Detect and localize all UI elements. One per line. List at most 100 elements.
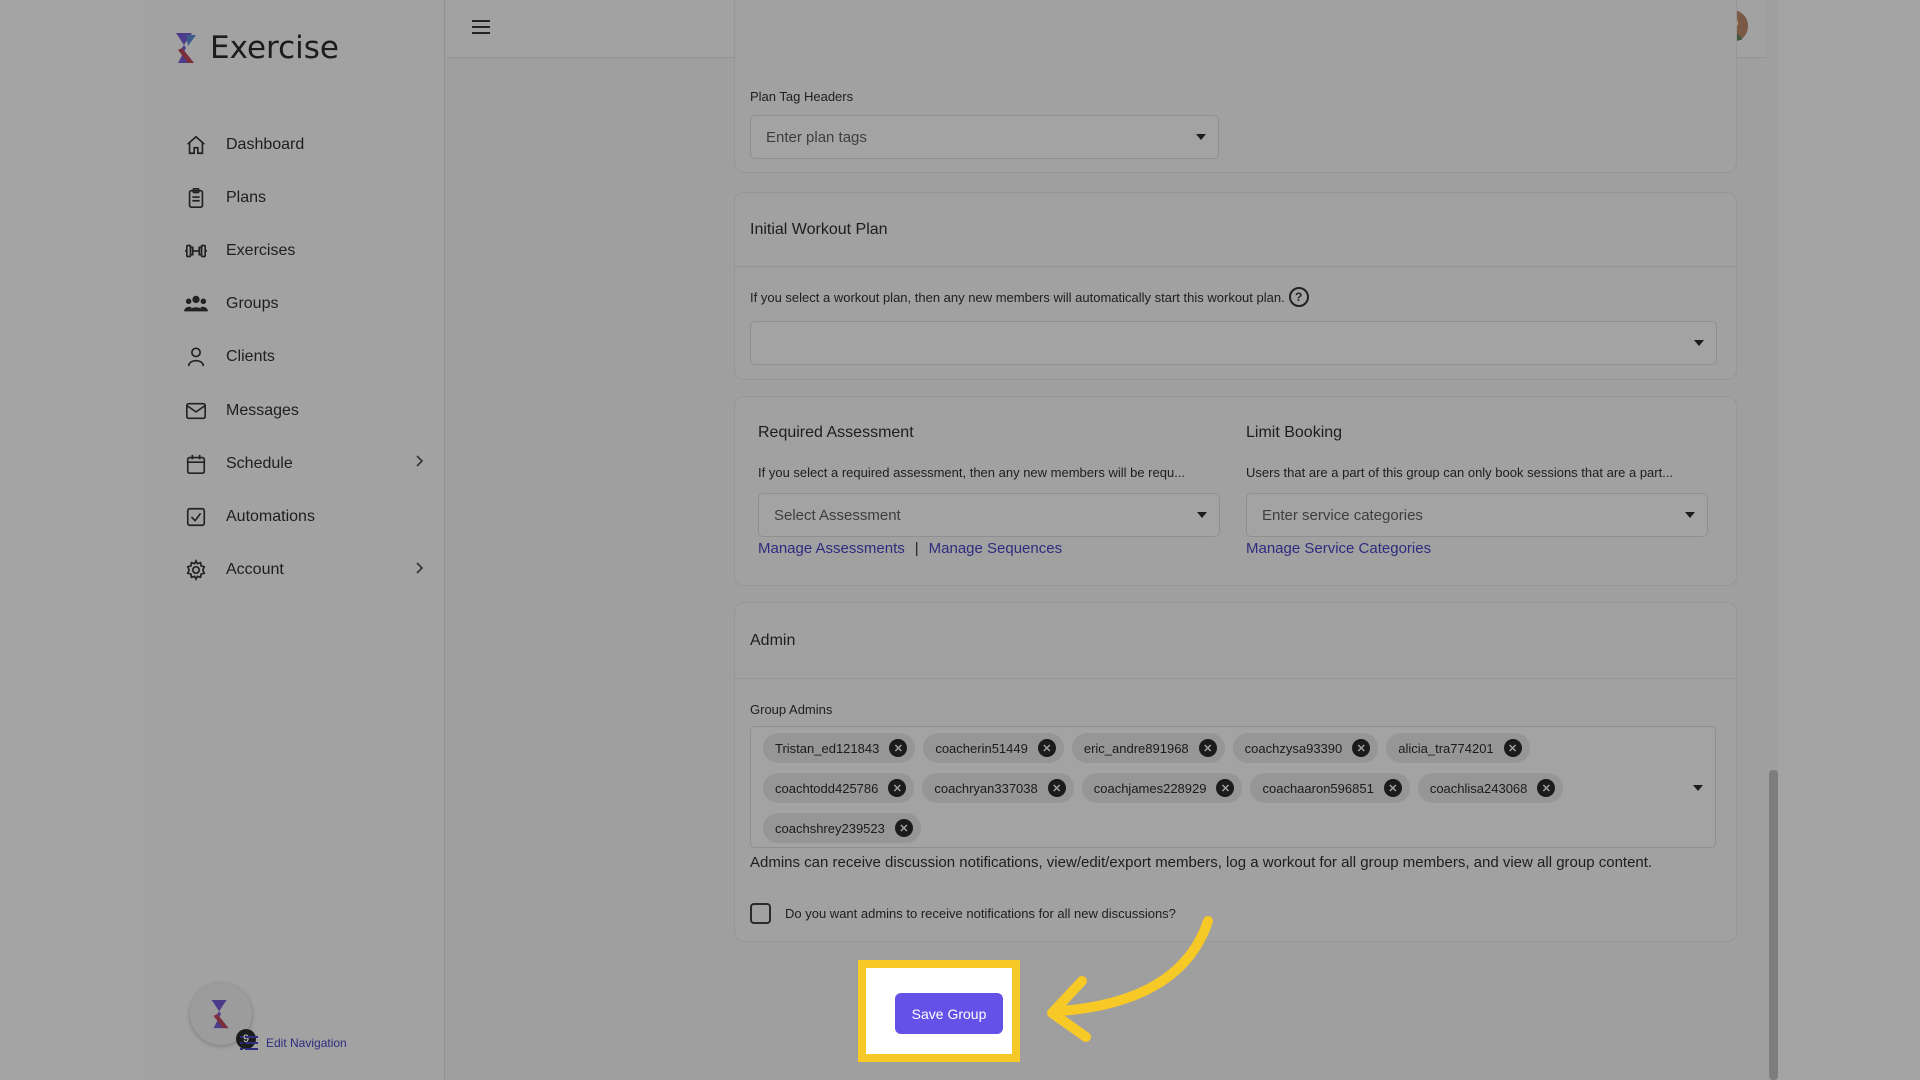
plan-tags-select[interactable]: Enter plan tags: [750, 115, 1219, 159]
admin-chip: coachtodd425786 ✕: [763, 773, 915, 803]
notify-admins-checkbox[interactable]: [750, 903, 771, 924]
admin-title: Admin: [750, 632, 796, 649]
admin-chip: coachaaron596851 ✕: [1250, 773, 1410, 803]
sidebar-item-clients[interactable]: Clients: [184, 331, 424, 384]
dropdown-caret-icon: [1197, 512, 1207, 518]
group-admins-multiselect[interactable]: Tristan_ed121843 ✕ coacherin51449 ✕ eric_and…: [750, 726, 1716, 848]
admin-chip: alicia_tra774201 ✕: [1386, 733, 1530, 763]
remove-chip-icon[interactable]: ✕: [1037, 739, 1056, 757]
initial-workout-card: Initial Workout Plan If you select a wor…: [734, 192, 1737, 380]
assessment-select[interactable]: Select Assessment: [758, 493, 1220, 537]
sidebar-item-automations[interactable]: Automations: [184, 490, 424, 543]
home-icon: [184, 133, 208, 157]
admin-chip-list: Tristan_ed121843 ✕ coacherin51449 ✕ eric_and…: [763, 733, 1675, 853]
remove-chip-icon[interactable]: ✕: [1352, 739, 1371, 757]
admin-chip-label: Tristan_ed121843: [775, 740, 880, 756]
dropdown-caret-icon: [1694, 340, 1704, 346]
dropdown-caret-icon: [1685, 512, 1695, 518]
admin-chip-label: coachshrey239523: [775, 820, 885, 836]
remove-chip-icon[interactable]: ✕: [1503, 739, 1522, 757]
app-name: Exercise: [210, 30, 339, 66]
edit-navigation-link[interactable]: Edit Navigation: [240, 1035, 347, 1051]
remove-chip-icon[interactable]: ✕: [889, 739, 908, 757]
admin-chip-label: coacherin51449: [935, 740, 1028, 756]
hamburger-menu-icon[interactable]: [470, 17, 492, 42]
sidebar-item-label: Groups: [226, 295, 279, 313]
remove-chip-icon[interactable]: ✕: [1047, 779, 1066, 797]
service-categories-placeholder: Enter service categories: [1262, 507, 1423, 524]
card-divider: [735, 678, 1736, 679]
admin-chip-label: alicia_tra774201: [1398, 740, 1494, 756]
remove-chip-icon[interactable]: ✕: [888, 779, 907, 797]
sidebar-item-label: Clients: [226, 348, 275, 366]
save-group-button[interactable]: Save Group: [895, 993, 1003, 1034]
admin-card: Admin Group Admins Tristan_ed121843 ✕ coac…: [734, 602, 1737, 942]
logo-icon: [211, 999, 229, 1029]
remove-chip-icon[interactable]: ✕: [894, 819, 913, 837]
dropdown-caret-icon: [1693, 785, 1703, 791]
card-divider: [735, 266, 1736, 267]
sidebar-item-plans[interactable]: Plans: [184, 171, 424, 224]
assessment-booking-card: Required Assessment If you select a requ…: [734, 396, 1737, 586]
admin-chip-label: coachaaron596851: [1262, 780, 1374, 796]
checkbox-icon: [184, 505, 208, 529]
manage-assessments-link[interactable]: Manage Assessments: [758, 540, 905, 557]
initial-workout-select[interactable]: [750, 321, 1717, 365]
gear-icon: [184, 558, 208, 582]
plan-tags-card: Plan Tag Headers Enter plan tags: [734, 0, 1737, 173]
page-scrollbar[interactable]: [1769, 770, 1778, 1080]
manage-sequences-link[interactable]: Manage Sequences: [929, 540, 1062, 557]
sidebar-item-exercises[interactable]: Exercises: [184, 224, 424, 277]
remove-chip-icon[interactable]: ✕: [1216, 779, 1235, 797]
sidebar-nav: Dashboard Plans Exercises Groups Clients…: [184, 118, 424, 597]
dropdown-caret-icon: [1196, 134, 1206, 140]
admin-chip: coachzysa93390 ✕: [1232, 733, 1379, 763]
logo-icon: [176, 33, 196, 63]
required-assessment-description: If you select a required assessment, the…: [758, 465, 1186, 480]
admin-chip-label: coachtodd425786: [775, 780, 879, 796]
sidebar-item-account[interactable]: Account: [184, 544, 424, 597]
initial-workout-description-row: If you select a workout plan, then any n…: [750, 287, 1309, 307]
sidebar-item-label: Automations: [226, 507, 315, 525]
save-highlight-box: Save Group: [858, 960, 1020, 1062]
remove-chip-icon[interactable]: ✕: [1537, 779, 1556, 797]
admin-chip-label: coachryan337038: [934, 780, 1038, 796]
admin-chip-label: coachzysa93390: [1244, 740, 1343, 756]
remove-chip-icon[interactable]: ✕: [1383, 779, 1402, 797]
edit-navigation-label: Edit Navigation: [266, 1036, 347, 1050]
manage-service-categories-link[interactable]: Manage Service Categories: [1246, 540, 1431, 557]
sidebar-item-messages[interactable]: Messages: [184, 384, 424, 437]
chevron-right-icon: [414, 561, 424, 580]
app-logo[interactable]: Exercise: [170, 30, 339, 66]
group-admins-label: Group Admins: [750, 702, 833, 717]
sidebar-item-groups[interactable]: Groups: [184, 278, 424, 331]
remove-chip-icon[interactable]: ✕: [1198, 739, 1217, 757]
initial-workout-title: Initial Workout Plan: [750, 221, 888, 238]
admin-chip: coacherin51449 ✕: [923, 733, 1064, 763]
help-circle-icon[interactable]: ?: [1288, 287, 1309, 307]
sidebar: Exercise Dashboard Plans Exercises Group…: [150, 0, 445, 1080]
dumbbell-icon: [184, 239, 208, 263]
sidebar-item-label: Account: [226, 561, 284, 579]
sidebar-item-label: Dashboard: [226, 135, 305, 153]
backdrop-right: [1778, 0, 1920, 1080]
admin-chip: coachshrey239523 ✕: [763, 813, 921, 843]
clipboard-icon: [184, 186, 208, 210]
assessment-links: Manage Assessments | Manage Sequences: [758, 540, 1062, 557]
assessment-placeholder: Select Assessment: [774, 507, 901, 524]
list-icon: [240, 1035, 258, 1051]
admin-chip: Tristan_ed121843 ✕: [763, 733, 916, 763]
limit-booking-title: Limit Booking: [1246, 424, 1343, 441]
admin-chip-label: coachlisa243068: [1429, 780, 1528, 796]
app-window: Exercise Dashboard Plans Exercises Group…: [150, 0, 1778, 1080]
service-categories-select[interactable]: Enter service categories: [1246, 493, 1708, 537]
link-separator: |: [914, 540, 919, 557]
sidebar-item-schedule[interactable]: Schedule: [184, 437, 424, 490]
mail-icon: [184, 399, 208, 423]
admin-chip: eric_andre891968 ✕: [1071, 733, 1225, 763]
sidebar-item-label: Exercises: [226, 241, 296, 259]
calendar-icon: [184, 452, 208, 476]
users-icon: [184, 292, 208, 316]
sidebar-item-dashboard[interactable]: Dashboard: [184, 118, 424, 171]
admin-chip: coachjames228929 ✕: [1081, 773, 1243, 803]
